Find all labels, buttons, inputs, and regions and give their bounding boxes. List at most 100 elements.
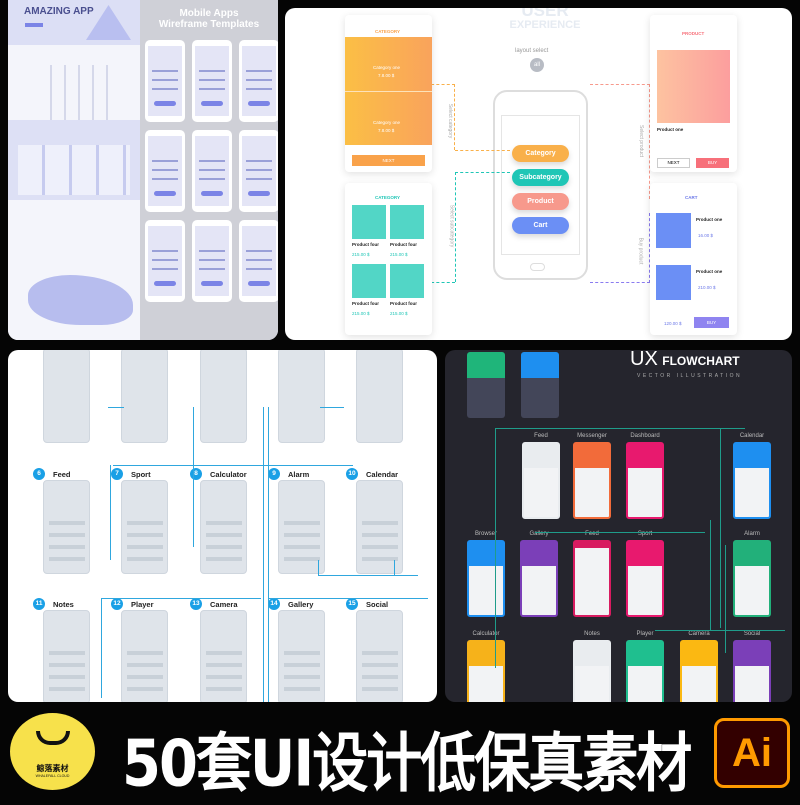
submit-button[interactable]	[154, 281, 176, 286]
flowchart-title: UX FLOWCHART	[630, 350, 740, 370]
wireframe-gallery[interactable]	[278, 610, 325, 702]
wireframe-feed[interactable]	[43, 480, 90, 574]
menu-button-product[interactable]: Product	[512, 193, 569, 210]
submit-button[interactable]	[248, 191, 270, 196]
form-field	[152, 88, 178, 90]
product-next-button[interactable]: NEXT	[657, 158, 690, 168]
placeholder-bar	[127, 687, 163, 691]
screen-dashboard[interactable]	[626, 442, 664, 519]
menu-button-category[interactable]: Category	[512, 145, 569, 162]
screen-player[interactable]	[626, 640, 664, 702]
screen-camera[interactable]	[680, 640, 718, 702]
placeholder-bar	[127, 521, 163, 525]
screen-header	[575, 444, 609, 468]
screen-header	[469, 542, 503, 566]
signup-screen	[521, 352, 559, 418]
next-button[interactable]: NEXT	[352, 155, 425, 166]
screen-label-messenger: Messenger	[577, 433, 607, 439]
connector-line	[394, 560, 395, 575]
screen-feed[interactable]	[522, 442, 560, 519]
placeholder-bar	[362, 687, 398, 691]
submit-button[interactable]	[248, 281, 270, 286]
screen-label-camera: Camera	[210, 600, 238, 609]
wireframe-calculator[interactable]	[200, 480, 247, 574]
wireframe-camera[interactable]	[200, 610, 247, 702]
screen-header	[469, 642, 503, 666]
wireframe-social[interactable]	[356, 610, 403, 702]
submit-button[interactable]	[248, 101, 270, 106]
step-number-badge: 6	[33, 468, 45, 480]
product-buy-button[interactable]: BUY	[696, 158, 729, 168]
submit-button[interactable]	[201, 191, 223, 196]
submit-button[interactable]	[201, 101, 223, 106]
submit-button[interactable]	[154, 101, 176, 106]
connector-label-buy: Buy product	[637, 237, 644, 265]
connector-line	[320, 407, 344, 408]
product-name: Product four	[352, 242, 379, 247]
connector-line	[101, 598, 102, 698]
step-number-badge: 15	[346, 598, 358, 610]
connector-label-subcategory: Select subcategory	[448, 204, 455, 248]
template-phone	[239, 40, 278, 122]
form-field	[199, 79, 225, 81]
connector-line	[495, 428, 496, 668]
menu-button-cart[interactable]: Cart	[512, 217, 569, 234]
product-image	[352, 205, 386, 239]
form-field	[152, 160, 178, 162]
screen-social[interactable]	[733, 640, 771, 702]
connector-line	[101, 598, 261, 599]
connector-line	[535, 532, 705, 533]
brand-logo: 鲸落素材 WHALEFALL CLOUD	[10, 713, 95, 790]
placeholder-bar	[362, 651, 398, 655]
screen-feed[interactable]	[573, 540, 611, 617]
screen-browser[interactable]	[467, 540, 505, 617]
screen-sport[interactable]	[626, 540, 664, 617]
screen-label-calendar: Calendar	[739, 433, 765, 439]
screen-label-camera: Camera	[688, 631, 710, 637]
screen-header	[522, 542, 556, 566]
form-field	[152, 268, 178, 270]
product-name: Product four	[390, 301, 417, 306]
placeholder-bar	[206, 663, 242, 667]
form-field	[152, 250, 178, 252]
screen-calculator[interactable]	[467, 640, 505, 702]
wireframe-player[interactable]	[121, 610, 168, 702]
placeholder-bar	[127, 557, 163, 561]
screen-header	[628, 642, 662, 666]
form-field	[246, 160, 272, 162]
form-field	[246, 259, 272, 261]
placeholder-bar	[206, 687, 242, 691]
placeholder-bar	[127, 651, 163, 655]
screen-gallery[interactable]	[520, 540, 558, 617]
screen-calendar[interactable]	[733, 442, 771, 519]
placeholder-bar	[206, 651, 242, 655]
screen-label-notes: Notes	[584, 631, 600, 637]
wireframe-notes[interactable]	[43, 610, 90, 702]
step-number-badge: 9	[268, 468, 280, 480]
screen-label-alarm: Alarm	[288, 470, 310, 479]
placeholder-bar	[49, 533, 85, 537]
wireframe-calendar[interactable]	[356, 480, 403, 574]
wireframe-sport[interactable]	[121, 480, 168, 574]
step-number-badge: 11	[33, 598, 45, 610]
screen-label-sport: Sport	[131, 470, 151, 479]
screen-alarm[interactable]	[733, 540, 771, 617]
screen-notes[interactable]	[573, 640, 611, 702]
connector-line	[495, 428, 745, 429]
placeholder-bar	[206, 675, 242, 679]
screen-label-feed: Feed	[534, 433, 548, 439]
submit-button[interactable]	[201, 281, 223, 286]
product-price: 215.00 $	[390, 311, 408, 316]
all-badge[interactable]: all	[530, 58, 544, 72]
submit-button[interactable]	[154, 191, 176, 196]
cart-buy-button[interactable]: BUY	[694, 317, 729, 328]
connector-line	[655, 630, 785, 631]
screen-label-dashboard: Dashboard	[630, 433, 660, 439]
cart-screen: CART Product one 16.00 $ Product one 210…	[650, 183, 737, 335]
placeholder-bar	[49, 557, 85, 561]
ux-title: USER EXPERIENCE	[509, 8, 581, 31]
placeholder-bar	[206, 521, 242, 525]
placeholder-bar	[49, 651, 85, 655]
screen-messenger[interactable]	[573, 442, 611, 519]
menu-button-subcategory[interactable]: Subcategory	[512, 169, 569, 186]
